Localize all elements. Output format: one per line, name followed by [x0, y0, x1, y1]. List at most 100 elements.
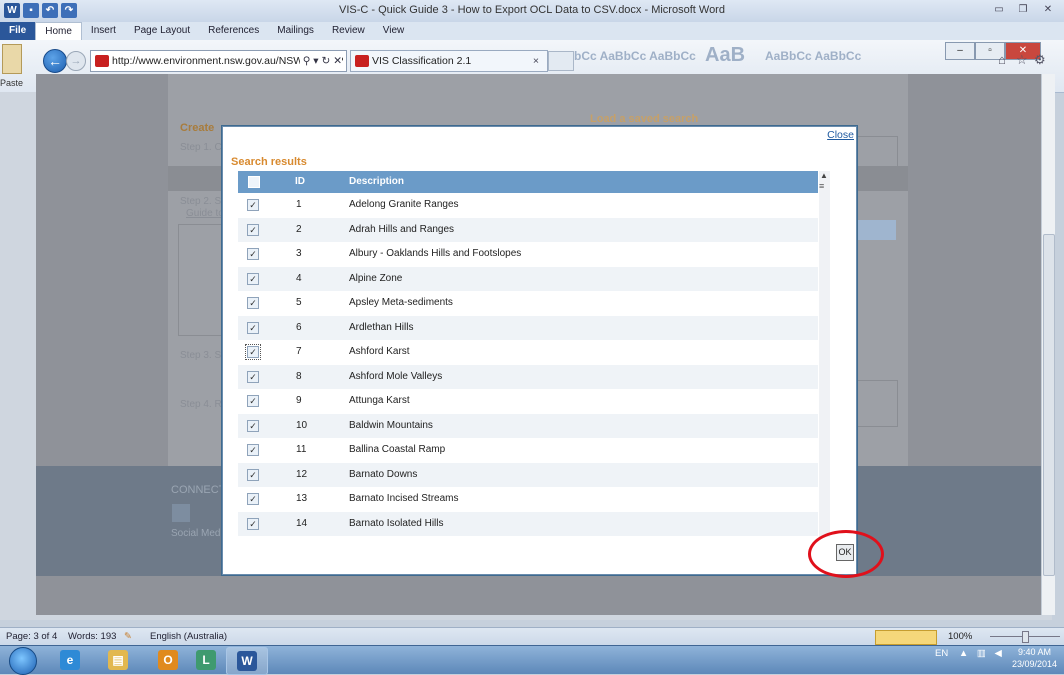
home-icon[interactable]: ⌂: [998, 52, 1006, 67]
volume-icon[interactable]: ◀: [995, 648, 1002, 659]
tab-view[interactable]: View: [374, 22, 414, 40]
restore-button[interactable]: ❐: [1012, 2, 1034, 17]
row-checkbox[interactable]: ✓: [247, 493, 259, 505]
row-checkbox[interactable]: ✓: [247, 272, 259, 285]
load-saved-search-link[interactable]: Load a saved search: [590, 113, 698, 125]
row-id: 4: [296, 272, 302, 284]
social-media-label: Social Media: [171, 528, 229, 539]
tab-home[interactable]: Home: [35, 22, 82, 40]
view-buttons[interactable]: [875, 630, 937, 645]
scroll-grip-icon[interactable]: ≡: [819, 181, 824, 191]
guide-link[interactable]: Guide to: [186, 208, 224, 219]
close-link[interactable]: Close: [827, 129, 854, 141]
table-row[interactable]: ✓ 3 Albury - Oaklands Hills and Footslopes: [238, 242, 818, 267]
address-bar[interactable]: http://www.environment.nsw.gov.au/NSWVCA…: [90, 50, 347, 72]
table-row[interactable]: ✓ 4 Alpine Zone: [238, 266, 818, 291]
table-row[interactable]: ✓ 8 Ashford Mole Valleys: [238, 364, 818, 389]
new-tab-button[interactable]: [548, 51, 574, 71]
ie-taskbar-item[interactable]: e: [50, 647, 90, 673]
tab-page-layout[interactable]: Page Layout: [125, 22, 199, 40]
table-row[interactable]: ✓ 7 Ashford Karst: [238, 340, 818, 365]
outlook-taskbar-item[interactable]: O: [148, 647, 188, 673]
table-header: ID Description: [238, 171, 818, 193]
tray-expand-icon[interactable]: ▲: [959, 648, 968, 659]
row-checkbox[interactable]: ✓: [247, 395, 259, 407]
paste-label: Paste: [0, 78, 24, 88]
column-header-description[interactable]: Description: [349, 171, 404, 193]
page-count[interactable]: Page: 3 of 4: [6, 631, 57, 642]
row-description: Barnato Isolated Hills: [349, 517, 444, 529]
row-checkbox[interactable]: ✓: [247, 321, 259, 334]
clock[interactable]: 9:40 AM 23/09/2014: [1012, 646, 1057, 670]
table-row[interactable]: ✓ 10 Baldwin Mountains: [238, 413, 818, 438]
row-checkbox[interactable]: ✓: [247, 419, 259, 432]
highlight-circle: [808, 530, 884, 578]
select-all-checkbox[interactable]: [248, 176, 260, 188]
dialog-scrollbar[interactable]: ▲ ≡: [819, 171, 830, 537]
table-row[interactable]: ✓ 13 Barnato Incised Streams: [238, 487, 818, 512]
row-checkbox[interactable]: ✓: [247, 468, 259, 481]
gear-icon[interactable]: ⚙: [1034, 52, 1046, 68]
twitter-icon[interactable]: [172, 504, 190, 522]
row-checkbox[interactable]: ✓: [247, 297, 259, 309]
proofing-icon[interactable]: ✎: [124, 631, 132, 642]
taskbar: e ▤ O L W EN ▲ ▥ ◀ 9:40 AM 23/09/2014: [0, 645, 1064, 675]
explorer-taskbar-item[interactable]: ▤: [98, 647, 138, 673]
row-description: Attunga Karst: [349, 395, 410, 406]
row-checkbox[interactable]: ✓: [247, 444, 259, 456]
language-tray[interactable]: EN: [935, 648, 948, 659]
row-id: 5: [296, 297, 302, 308]
tab-references[interactable]: References: [199, 22, 268, 40]
tab-close-icon[interactable]: ×: [533, 51, 539, 71]
browser-toolbar: ← → http://www.environment.nsw.gov.au/NS…: [36, 48, 1061, 74]
close-window-button[interactable]: ✕: [1037, 2, 1059, 17]
ribbon-tabs: File Home Insert Page Layout References …: [0, 22, 1064, 40]
step4-text: Step 4. Ru: [180, 399, 228, 410]
word-count[interactable]: Words: 193: [68, 631, 116, 642]
table-row[interactable]: ✓ 9 Attunga Karst: [238, 389, 818, 414]
paste-icon[interactable]: [2, 44, 22, 74]
row-checkbox[interactable]: ✓: [247, 517, 259, 530]
row-id: 6: [296, 321, 302, 333]
tab-file[interactable]: File: [0, 22, 36, 40]
row-checkbox[interactable]: ✓: [247, 370, 259, 383]
tab-favicon-icon: [355, 55, 369, 68]
row-checkbox[interactable]: ✓: [247, 223, 259, 236]
table-row[interactable]: ✓ 2 Adrah Hills and Ranges: [238, 217, 818, 242]
row-checkbox[interactable]: ✓: [245, 344, 261, 360]
minimize-button[interactable]: ▭: [988, 2, 1010, 17]
row-checkbox[interactable]: ✓: [247, 248, 259, 260]
row-id: 13: [296, 493, 308, 504]
table-row[interactable]: ✓ 11 Ballina Coastal Ramp: [238, 438, 818, 463]
tab-mailings[interactable]: Mailings: [268, 22, 323, 40]
scrollbar-thumb[interactable]: [1043, 234, 1055, 576]
zoom-thumb[interactable]: [1022, 631, 1029, 643]
word-taskbar-item[interactable]: W: [226, 647, 268, 675]
tab-review[interactable]: Review: [323, 22, 374, 40]
system-tray: EN ▲ ▥ ◀: [935, 648, 1002, 659]
row-id: 14: [296, 517, 308, 529]
app-taskbar-item[interactable]: L: [186, 647, 226, 673]
vertical-scrollbar[interactable]: [1041, 74, 1055, 615]
row-description: Ashford Mole Valleys: [349, 370, 443, 382]
clock-date: 23/09/2014: [1012, 659, 1058, 669]
start-button[interactable]: [9, 647, 37, 675]
table-row[interactable]: ✓ 14 Barnato Isolated Hills: [238, 511, 818, 536]
forward-button[interactable]: →: [66, 51, 86, 71]
star-icon[interactable]: ☆: [1016, 52, 1028, 68]
table-row[interactable]: ✓ 1 Adelong Granite Ranges: [238, 193, 818, 218]
network-icon[interactable]: ▥: [977, 648, 986, 659]
column-header-id[interactable]: ID: [295, 171, 305, 193]
table-row[interactable]: ✓ 12 Barnato Downs: [238, 462, 818, 487]
zoom-level[interactable]: 100%: [948, 631, 972, 642]
browser-tab[interactable]: VIS Classification 2.1 ×: [350, 50, 548, 72]
search-refresh-stop-icons[interactable]: ⚲ ▾ ↻ ✕: [299, 51, 342, 71]
row-checkbox[interactable]: ✓: [247, 199, 259, 211]
table-row[interactable]: ✓ 6 Ardlethan Hills: [238, 315, 818, 340]
back-button[interactable]: ←: [43, 49, 67, 73]
tab-insert[interactable]: Insert: [82, 22, 125, 40]
scroll-up-icon[interactable]: ▲: [820, 171, 828, 180]
table-row[interactable]: ✓ 5 Apsley Meta-sediments: [238, 291, 818, 316]
row-description: Ballina Coastal Ramp: [349, 444, 446, 455]
language-indicator[interactable]: English (Australia): [150, 631, 227, 642]
